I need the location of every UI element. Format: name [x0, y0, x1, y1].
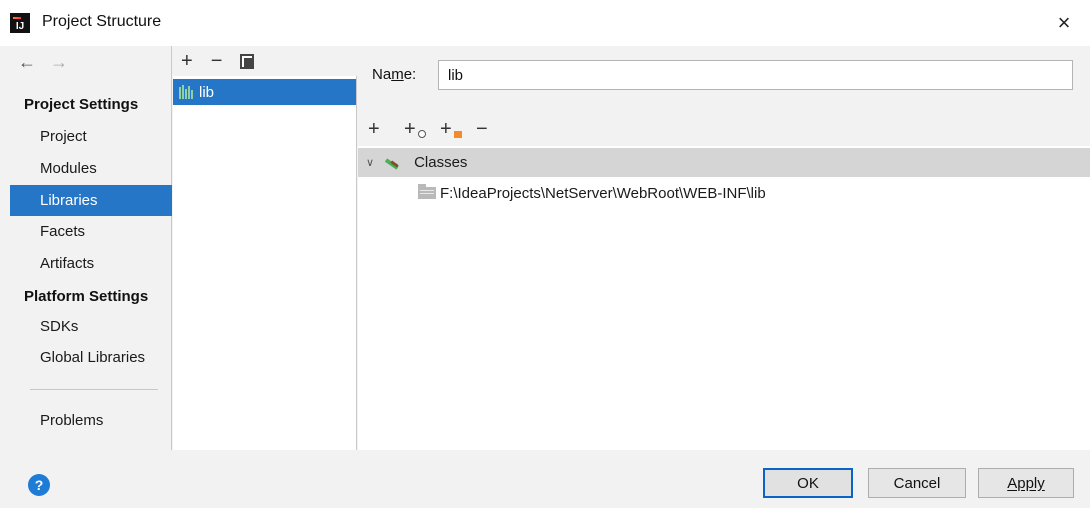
history-arrows: ← →	[18, 52, 68, 73]
settings-navigation: ← → Project Settings Project Modules Lib…	[0, 46, 172, 450]
libraries-toolbar: + −	[173, 46, 357, 76]
intellij-app-icon: IJ	[10, 13, 30, 33]
forward-arrow-icon[interactable]: →	[50, 52, 68, 73]
remove-button[interactable]: −	[476, 118, 498, 140]
nav-item-project[interactable]: Project	[10, 121, 172, 152]
chevron-down-icon[interactable]: ∨	[366, 156, 374, 169]
name-label: Name:	[372, 66, 417, 83]
title-bar: IJ Project Structure ×	[0, 0, 1090, 46]
classes-label: Classes	[414, 154, 468, 171]
add-library-button[interactable]: +	[181, 51, 193, 71]
jar-directory-icon	[418, 184, 436, 199]
library-item-label: lib	[199, 83, 215, 101]
platform-settings-header: Platform Settings	[24, 288, 149, 305]
library-item[interactable]: lib	[173, 79, 356, 105]
classes-tree-node[interactable]: ∨ Classes	[358, 148, 1090, 177]
apply-button[interactable]: Apply	[978, 468, 1074, 498]
nav-item-modules[interactable]: Modules	[10, 153, 172, 184]
libraries-list-pane: + − lib	[173, 46, 357, 450]
close-button[interactable]: ×	[1050, 9, 1078, 37]
add-jar-directory-button[interactable]: +	[440, 118, 462, 140]
attach-url-button[interactable]: +	[404, 118, 426, 140]
nav-item-libraries[interactable]: Libraries	[10, 185, 172, 216]
dialog-footer: ? OK Cancel Apply	[0, 450, 1090, 508]
name-row: Name:	[358, 46, 1090, 112]
nav-divider	[30, 389, 158, 390]
classes-hammer-icon	[384, 155, 404, 171]
classes-path-row[interactable]: F:\IdeaProjects\NetServer\WebRoot\WEB-IN…	[418, 180, 766, 206]
nav-item-sdks[interactable]: SDKs	[10, 311, 172, 342]
folder-badge-icon	[454, 131, 462, 138]
window-title: Project Structure	[42, 13, 162, 30]
add-button[interactable]: +	[368, 118, 390, 140]
remove-library-button[interactable]: −	[211, 51, 223, 71]
nav-item-facets[interactable]: Facets	[10, 216, 172, 247]
nav-item-problems[interactable]: Problems	[10, 405, 172, 436]
globe-icon	[418, 130, 426, 138]
nav-item-global-libraries[interactable]: Global Libraries	[10, 342, 172, 373]
project-settings-header: Project Settings	[24, 96, 139, 113]
app-icon-text: IJ	[15, 21, 25, 32]
nav-item-artifacts[interactable]: Artifacts	[10, 248, 172, 279]
name-input[interactable]	[438, 60, 1073, 90]
cancel-button[interactable]: Cancel	[868, 468, 966, 498]
close-icon: ×	[1057, 10, 1071, 35]
classes-toolbar: + + + −	[358, 112, 1090, 146]
copy-icon[interactable]	[240, 53, 255, 69]
library-detail-pane: Name: + + + − ∨ Classes F:\IdeaProjects\…	[358, 46, 1090, 450]
back-arrow-icon[interactable]: ←	[18, 52, 36, 73]
library-icon	[179, 85, 193, 99]
ok-button[interactable]: OK	[763, 468, 853, 498]
classes-path-label: F:\IdeaProjects\NetServer\WebRoot\WEB-IN…	[440, 184, 766, 202]
help-icon[interactable]: ?	[28, 474, 50, 496]
